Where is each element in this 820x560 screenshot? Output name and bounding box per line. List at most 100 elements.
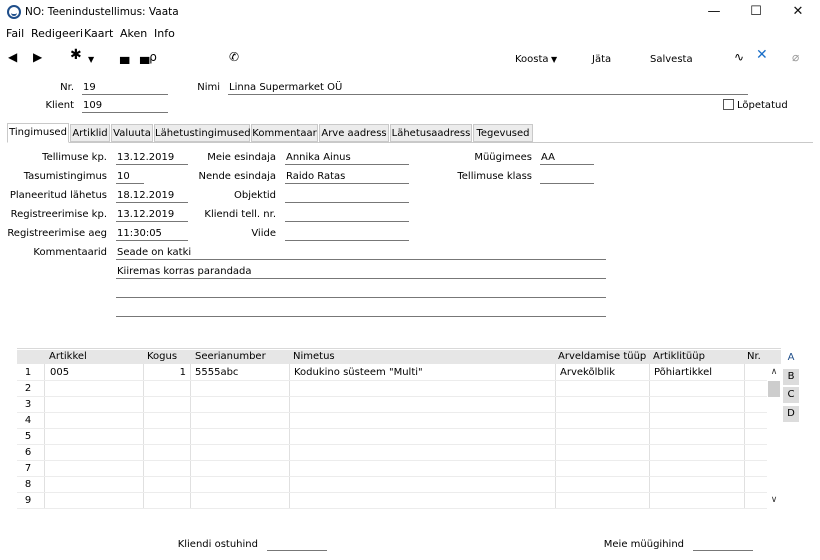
planned-shipment-field[interactable]: 18.12.2019 — [117, 190, 174, 201]
menu-info[interactable]: Info — [154, 27, 175, 40]
phone-icon[interactable]: ✆ — [229, 50, 239, 64]
finished-checkbox[interactable] — [723, 99, 734, 110]
activity-icon[interactable]: ∿ — [734, 50, 744, 64]
objects-field[interactable] — [285, 202, 409, 203]
comment-line-1-underline — [116, 259, 606, 260]
col-kogus[interactable]: Kogus — [147, 351, 177, 362]
registration-date-field[interactable]: 13.12.2019 — [117, 209, 174, 220]
planned-shipment-underline — [116, 202, 188, 203]
close-button[interactable]: ✕ — [778, 2, 818, 22]
col-artiklityyp[interactable]: Artiklitüüp — [653, 351, 705, 362]
client-order-field[interactable] — [285, 221, 409, 222]
their-contact-label: Nende esindaja — [198, 171, 276, 182]
order-class-field[interactable] — [540, 183, 594, 184]
registration-date-label: Registreerimise kp. — [10, 209, 107, 220]
app-logo-icon — [7, 5, 21, 19]
comment-line-2[interactable]: Kiiremas korras parandada — [117, 266, 252, 277]
purchase-price-field[interactable] — [267, 550, 327, 551]
nr-underline — [82, 94, 168, 95]
table-row[interactable] — [17, 445, 767, 461]
table-row[interactable] — [17, 493, 767, 509]
menu-edit[interactable]: Redigeeri — [31, 27, 83, 40]
objects-label: Objektid — [234, 190, 276, 201]
scrollbar-thumb[interactable] — [768, 381, 780, 397]
table-row[interactable] — [17, 413, 767, 429]
registration-time-field[interactable]: 11:30:05 — [117, 228, 162, 239]
table-row[interactable] — [17, 381, 767, 397]
name-label: Nimi — [197, 82, 220, 93]
tab-kommentaar[interactable]: Kommentaar — [251, 124, 318, 142]
payment-terms-label: Tasumistingimus — [23, 171, 107, 182]
grid-page-d[interactable]: D — [783, 406, 799, 422]
cell-seerianumber[interactable]: 5555abc — [195, 367, 238, 378]
col-artikkel[interactable]: Artikkel — [49, 351, 87, 362]
scroll-up-icon[interactable]: ∧ — [767, 367, 781, 377]
create-button[interactable]: Koosta — [515, 54, 549, 65]
client-field[interactable]: 109 — [83, 100, 102, 111]
comment-line-1[interactable]: Seade on katki — [117, 247, 191, 258]
col-arveldamise-tyyp[interactable]: Arveldamise tüüp — [558, 351, 646, 362]
row-number: 1 — [24, 367, 32, 378]
table-row[interactable] — [17, 397, 767, 413]
tab-arve-aadress[interactable]: Arve aadress — [319, 124, 389, 142]
planned-shipment-label: Planeeritud lähetus — [9, 190, 107, 201]
comment-line-4[interactable] — [116, 316, 606, 317]
cell-arveldamise-tyyp[interactable]: Arvekõlblik — [560, 367, 615, 378]
grid-page-a[interactable]: A — [783, 350, 799, 366]
row-number: 5 — [24, 431, 32, 442]
comment-line-3[interactable] — [116, 297, 606, 298]
cell-nimetus[interactable]: Kodukino süsteem "Multi" — [294, 367, 423, 378]
order-date-field[interactable]: 13.12.2019 — [117, 152, 174, 163]
menu-file[interactable]: Fail — [6, 27, 24, 40]
salesman-field[interactable]: AA — [541, 152, 555, 163]
tab-tingimused[interactable]: Tingimused — [7, 123, 69, 143]
menu-card[interactable]: Kaart — [84, 27, 113, 40]
our-contact-label: Meie esindaja — [207, 152, 276, 163]
grid-page-b[interactable]: B — [783, 369, 799, 385]
sales-price-field[interactable] — [693, 550, 753, 551]
name-field[interactable]: Linna Supermarket OÜ — [229, 82, 342, 93]
registration-time-label: Registreerimise aeg — [7, 228, 107, 239]
table-row[interactable] — [17, 461, 767, 477]
row-number: 9 — [24, 495, 32, 506]
tab-lahetusaadress[interactable]: Lähetusaadress — [390, 124, 472, 142]
finished-label: Lõpetatud — [737, 100, 788, 111]
tab-artiklid[interactable]: Artiklid — [70, 124, 110, 142]
print-preview-icon[interactable]: ▄ρ — [140, 50, 157, 64]
col-nr[interactable]: Nr. — [747, 351, 761, 362]
save-button[interactable]: Salvesta — [650, 54, 693, 65]
cell-artiklityyp[interactable]: Põhiartikkel — [654, 367, 712, 378]
cancel-button[interactable]: Jäta — [592, 54, 611, 65]
expand-icon[interactable]: ✕ — [756, 48, 768, 62]
comment-line-2-underline — [116, 278, 606, 279]
their-contact-field[interactable]: Raido Ratas — [286, 171, 345, 182]
next-record-icon[interactable]: ▶ — [33, 50, 42, 64]
row-number: 8 — [24, 479, 32, 490]
table-row[interactable] — [17, 477, 767, 493]
col-seerianumber[interactable]: Seerianumber — [195, 351, 266, 362]
payment-terms-field[interactable]: 10 — [117, 171, 130, 182]
tab-tegevused[interactable]: Tegevused — [473, 124, 533, 142]
our-contact-field[interactable]: Annika Ainus — [286, 152, 351, 163]
scroll-down-icon[interactable]: ∨ — [767, 495, 781, 505]
attachment-icon[interactable]: ⌀ — [792, 50, 799, 64]
gear-icon[interactable]: ✱ — [70, 48, 82, 62]
create-dropdown-icon[interactable]: ▼ — [551, 53, 557, 67]
table-row[interactable] — [17, 429, 767, 445]
print-icon[interactable]: ▄ — [120, 50, 129, 64]
previous-record-icon[interactable]: ◀ — [8, 50, 17, 64]
cell-artikkel[interactable]: 005 — [50, 367, 69, 378]
cell-kogus[interactable]: 1 — [143, 367, 186, 378]
grid-page-c[interactable]: C — [783, 387, 799, 403]
chevron-down-icon[interactable]: ▼ — [88, 53, 94, 67]
client-underline — [82, 112, 168, 113]
maximize-button[interactable]: ☐ — [736, 2, 776, 22]
nr-field[interactable]: 19 — [83, 82, 96, 93]
tab-lahetustingimused[interactable]: Lähetustingimused — [154, 124, 251, 142]
minimize-button[interactable]: — — [694, 2, 734, 22]
menu-window[interactable]: Aken — [120, 27, 147, 40]
tab-valuuta[interactable]: Valuuta — [111, 124, 153, 142]
col-nimetus[interactable]: Nimetus — [293, 351, 335, 362]
salesman-underline — [540, 164, 594, 165]
reference-field[interactable] — [285, 240, 409, 241]
